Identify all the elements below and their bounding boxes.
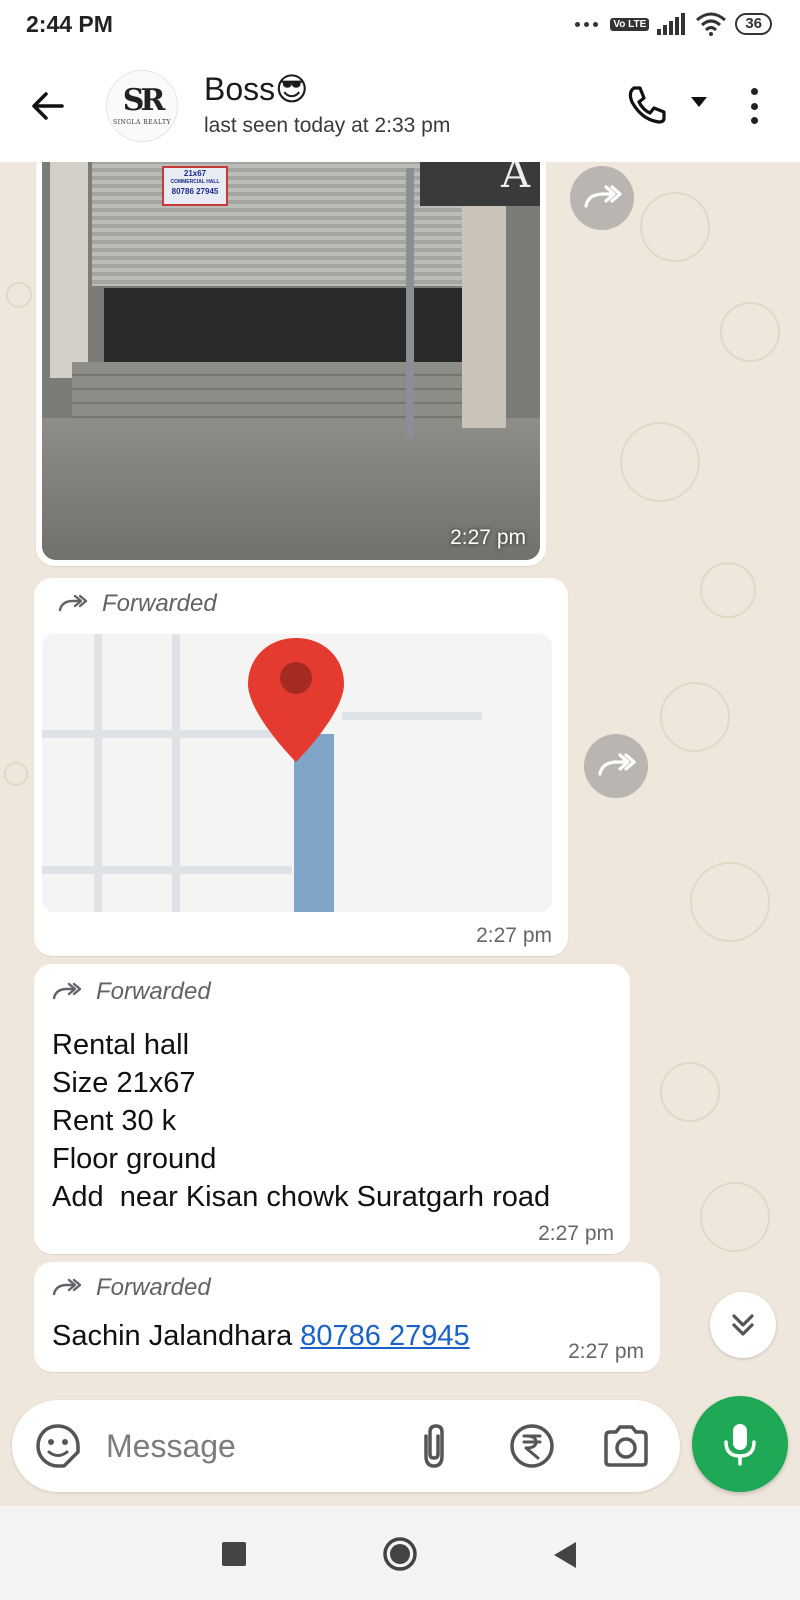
wallpaper-doodle bbox=[700, 562, 756, 618]
message-composer bbox=[12, 1400, 680, 1492]
message-time: 2:27 pm bbox=[476, 924, 552, 947]
forwarded-label: Forwarded bbox=[42, 584, 560, 624]
photo-shop-board: A bbox=[420, 162, 540, 206]
status-icons: Vo LTE 36 bbox=[575, 12, 772, 36]
last-seen-status: last seen today at 2:33 pm bbox=[204, 114, 451, 137]
forward-button[interactable] bbox=[584, 734, 648, 798]
message-time: 2:27 pm bbox=[450, 526, 526, 549]
sticker-emoji-icon[interactable] bbox=[34, 1422, 82, 1470]
message-line: Rent 30 k bbox=[52, 1105, 177, 1137]
double-chevron-down-icon bbox=[732, 1314, 754, 1336]
wifi-icon bbox=[696, 12, 727, 36]
message-line: Floor ground bbox=[52, 1143, 217, 1175]
forwarded-icon bbox=[52, 982, 82, 1000]
forwarded-text: Forwarded bbox=[96, 1274, 211, 1301]
status-bar: 2:44 PM Vo LTE 36 bbox=[0, 0, 800, 50]
image-message[interactable]: 21x67 COMMERCIAL HALL 80786 27945 A 2:27… bbox=[36, 162, 546, 566]
chat-area[interactable]: 21x67 COMMERCIAL HALL 80786 27945 A 2:27… bbox=[0, 162, 800, 1496]
nav-back-icon[interactable] bbox=[552, 1540, 578, 1570]
recent-apps-icon[interactable] bbox=[222, 1542, 246, 1566]
avatar-monogram: SR bbox=[122, 83, 166, 118]
forwarded-icon bbox=[52, 1278, 82, 1296]
system-navigation-bar bbox=[0, 1506, 800, 1600]
forward-button[interactable] bbox=[570, 166, 634, 230]
home-icon[interactable] bbox=[382, 1536, 418, 1572]
battery-indicator: 36 bbox=[735, 13, 772, 35]
forward-icon bbox=[584, 185, 622, 208]
photo-sign-size: 21x67 bbox=[183, 169, 207, 178]
wallpaper-doodle bbox=[690, 862, 770, 942]
scroll-to-bottom-button[interactable] bbox=[710, 1292, 776, 1358]
shop-photo[interactable]: 21x67 COMMERCIAL HALL 80786 27945 A 2:27… bbox=[42, 162, 540, 560]
voice-record-button[interactable] bbox=[692, 1396, 788, 1492]
wallpaper-doodle bbox=[620, 422, 700, 502]
wallpaper-doodle bbox=[720, 302, 780, 362]
forwarded-icon bbox=[58, 594, 88, 612]
wallpaper-doodle bbox=[6, 282, 32, 308]
photo-sign: 21x67 COMMERCIAL HALL 80786 27945 bbox=[162, 166, 228, 206]
wallpaper-doodle bbox=[700, 1182, 770, 1252]
photo-shutter bbox=[92, 162, 472, 286]
voice-call-icon[interactable] bbox=[624, 82, 668, 126]
status-time: 2:44 PM bbox=[26, 11, 113, 37]
forwarded-label: Forwarded bbox=[52, 1268, 642, 1308]
message-body: Sachin Jalandhara 80786 27945 bbox=[52, 1320, 642, 1353]
contact-message[interactable]: Forwarded Sachin Jalandhara 80786 27945 … bbox=[34, 1262, 660, 1372]
text-message[interactable]: Forwarded Rental hall Size 21x67 Rent 30… bbox=[34, 964, 630, 1254]
phone-number-link[interactable]: 80786 27945 bbox=[300, 1320, 469, 1352]
microphone-icon bbox=[724, 1424, 756, 1466]
wallpaper-doodle bbox=[660, 682, 730, 752]
volte-icon: Vo LTE bbox=[610, 17, 650, 31]
message-line: Add near Kisan chowk Suratgarh road bbox=[52, 1181, 551, 1213]
wallpaper-doodle bbox=[660, 1062, 720, 1122]
more-notifications-icon bbox=[575, 21, 599, 27]
signal-icon bbox=[657, 13, 686, 35]
photo-sign-text: COMMERCIAL HALL bbox=[170, 179, 220, 185]
photo-sign-phone: 80786 27945 bbox=[171, 187, 219, 196]
map-road bbox=[42, 866, 292, 874]
wallpaper-doodle bbox=[4, 762, 28, 786]
forward-icon bbox=[598, 753, 636, 776]
forwarded-text: Forwarded bbox=[96, 978, 211, 1005]
contact-name[interactable]: Boss😎 bbox=[204, 70, 309, 108]
forwarded-text: Forwarded bbox=[102, 590, 217, 617]
message-input[interactable] bbox=[106, 1424, 396, 1468]
more-options-icon[interactable] bbox=[742, 84, 766, 128]
attach-paperclip-icon[interactable] bbox=[412, 1422, 456, 1470]
chat-header: SR SINGLA REALTY Boss😎 last seen today a… bbox=[0, 50, 800, 162]
back-arrow-icon[interactable] bbox=[26, 84, 70, 128]
message-line: Size 21x67 bbox=[52, 1067, 196, 1099]
contact-person-name: Sachin Jalandhara bbox=[52, 1320, 293, 1352]
message-time: 2:27 pm bbox=[538, 1222, 614, 1245]
message-line: Rental hall bbox=[52, 1029, 190, 1061]
call-options-dropdown-icon[interactable] bbox=[690, 96, 708, 108]
avatar[interactable]: SR SINGLA REALTY bbox=[106, 70, 178, 142]
map-road bbox=[342, 712, 482, 720]
map-preview[interactable] bbox=[42, 634, 552, 912]
forwarded-label: Forwarded bbox=[52, 972, 612, 1012]
photo-pillar-left bbox=[50, 162, 88, 378]
location-pin-icon bbox=[248, 638, 344, 762]
photo-pole bbox=[406, 168, 414, 438]
message-time: 2:27 pm bbox=[568, 1340, 644, 1363]
location-message[interactable]: Forwarded 2:27 pm bbox=[34, 578, 568, 956]
message-body: Rental hall Size 21x67 Rent 30 k Floor g… bbox=[52, 1026, 612, 1216]
wallpaper-doodle bbox=[640, 192, 710, 262]
avatar-brand: SINGLA REALTY bbox=[113, 119, 171, 126]
payment-rupee-icon[interactable] bbox=[508, 1422, 556, 1470]
camera-icon[interactable] bbox=[602, 1424, 650, 1468]
